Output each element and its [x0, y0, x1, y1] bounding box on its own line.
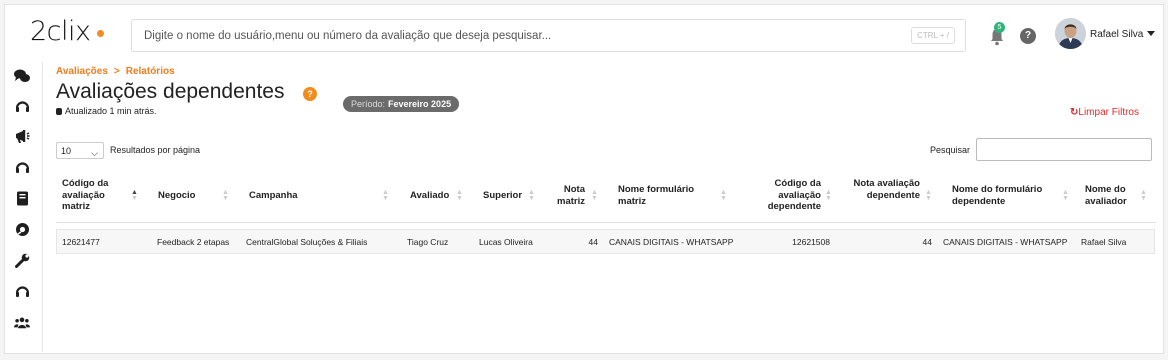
sort-icon[interactable]: ▲ ▼: [222, 189, 229, 202]
breadcrumb-separator: >: [113, 66, 120, 77]
page-title: Avaliações dependentes: [56, 80, 285, 103]
cell-superior: Lucas Oliveira: [479, 237, 533, 247]
cell-avaliado: Tiago Cruz: [407, 237, 449, 247]
book-icon[interactable]: [14, 190, 30, 206]
sort-icon[interactable]: ▲ ▼: [1140, 189, 1147, 202]
cell-negocio: Feedback 2 etapas: [157, 237, 230, 247]
user-menu-chevron-icon[interactable]: [1147, 31, 1155, 36]
column-header-nota-matriz[interactable]: Nota matriz: [551, 184, 585, 207]
help-icon[interactable]: ?: [1020, 28, 1036, 44]
cell-nota-dependente: 44: [922, 237, 932, 247]
last-updated: Atualizado 1 min atrás.: [56, 106, 157, 116]
chat-bubbles-icon[interactable]: [14, 68, 30, 84]
per-page-label: Resultados por página: [110, 145, 201, 155]
cell-nota-matriz: 44: [588, 237, 598, 247]
megaphone-icon[interactable]: [14, 128, 30, 144]
column-header-codigo-dependente[interactable]: Código da avaliação dependente: [745, 178, 821, 213]
sidebar: [4, 62, 43, 352]
breadcrumb-item-avaliacoes[interactable]: Avaliações: [56, 66, 108, 77]
wrench-icon[interactable]: [14, 252, 30, 268]
column-header-codigo-matriz[interactable]: Código da avaliação matriz: [62, 178, 126, 213]
period-label: Período:: [351, 99, 386, 109]
cell-codigo-matriz: 12621477: [62, 237, 100, 247]
global-search[interactable]: CTRL + /: [131, 19, 966, 52]
cell-nome-formulario-matriz: CANAIS DIGITAIS - WHATSAPP: [609, 237, 734, 247]
sort-icon[interactable]: ▲ ▼: [591, 189, 598, 202]
logo-dot: [97, 30, 104, 37]
sort-icon[interactable]: ▲ ▼: [825, 189, 832, 202]
column-header-negocio[interactable]: Negocio: [158, 190, 195, 202]
sort-icon[interactable]: ▲ ▼: [1062, 189, 1069, 202]
headset-icon[interactable]: [14, 283, 30, 299]
sort-icon[interactable]: ▲ ▼: [720, 189, 727, 202]
app-frame: [4, 4, 1164, 354]
clear-filters-button[interactable]: ↻Limpar Filtros: [1070, 107, 1139, 118]
column-header-campanha[interactable]: Campanha: [249, 190, 298, 202]
chevron-down-icon: ⌵: [91, 148, 98, 158]
table-search-label: Pesquisar: [930, 145, 971, 155]
headset-icon[interactable]: [14, 159, 30, 175]
period-value: Fevereiro 2025: [388, 99, 452, 109]
sort-icon[interactable]: ▲ ▼: [528, 189, 535, 202]
headset-icon[interactable]: [14, 98, 30, 114]
column-header-nome-avaliador[interactable]: Nome do avaliador: [1085, 184, 1135, 207]
avatar[interactable]: [1055, 18, 1086, 49]
cell-codigo-dependente: 12621508: [792, 237, 830, 247]
sort-icon[interactable]: ▲ ▼: [131, 189, 138, 202]
per-page-select[interactable]: 10 ⌵: [56, 142, 104, 159]
support-ring-icon[interactable]: [14, 221, 30, 237]
cell-nome-formulario-dependente: CANAIS DIGITAIS - WHATSAPP: [943, 237, 1068, 247]
breadcrumb-item-relatorios[interactable]: Relatórios: [126, 66, 175, 77]
notification-badge: 5: [994, 22, 1005, 33]
user-name[interactable]: Rafael Silva: [1090, 29, 1143, 40]
team-icon[interactable]: [14, 314, 30, 330]
breadcrumb: Avaliações > Relatórios: [56, 66, 175, 77]
period-badge[interactable]: Período: Fevereiro 2025: [343, 96, 460, 112]
global-search-input[interactable]: [132, 20, 916, 51]
cell-nome-avaliador: Rafael Silva: [1081, 237, 1127, 247]
brand-logo[interactable]: 2clix: [30, 16, 104, 47]
column-header-avaliado[interactable]: Avaliado: [410, 190, 449, 202]
sort-icon[interactable]: ▲ ▼: [456, 189, 463, 202]
clear-filters-label: Limpar Filtros: [1078, 107, 1139, 118]
search-shortcut-hint: CTRL + /: [911, 27, 955, 44]
sort-icon[interactable]: ▲ ▼: [925, 189, 932, 202]
database-icon: [56, 108, 62, 115]
title-help-icon[interactable]: ?: [303, 87, 317, 101]
sort-icon[interactable]: ▲ ▼: [382, 189, 389, 202]
column-header-superior[interactable]: Superior: [483, 190, 522, 202]
table-search-input[interactable]: [976, 138, 1152, 161]
column-header-nome-formulario-matriz[interactable]: Nome formulário matriz: [618, 184, 708, 207]
last-updated-text: Atualizado 1 min atrás.: [65, 106, 157, 116]
column-header-nota-dependente[interactable]: Nota avaliação dependente: [846, 178, 920, 201]
per-page-value: 10: [61, 146, 72, 156]
cell-campanha: CentralGlobal Soluções & Filiais: [246, 237, 368, 247]
column-header-nome-formulario-dependente[interactable]: Nome do formulário dependente: [952, 184, 1052, 207]
user-photo-icon: [1055, 18, 1086, 49]
table-header-divider: [56, 222, 1156, 223]
